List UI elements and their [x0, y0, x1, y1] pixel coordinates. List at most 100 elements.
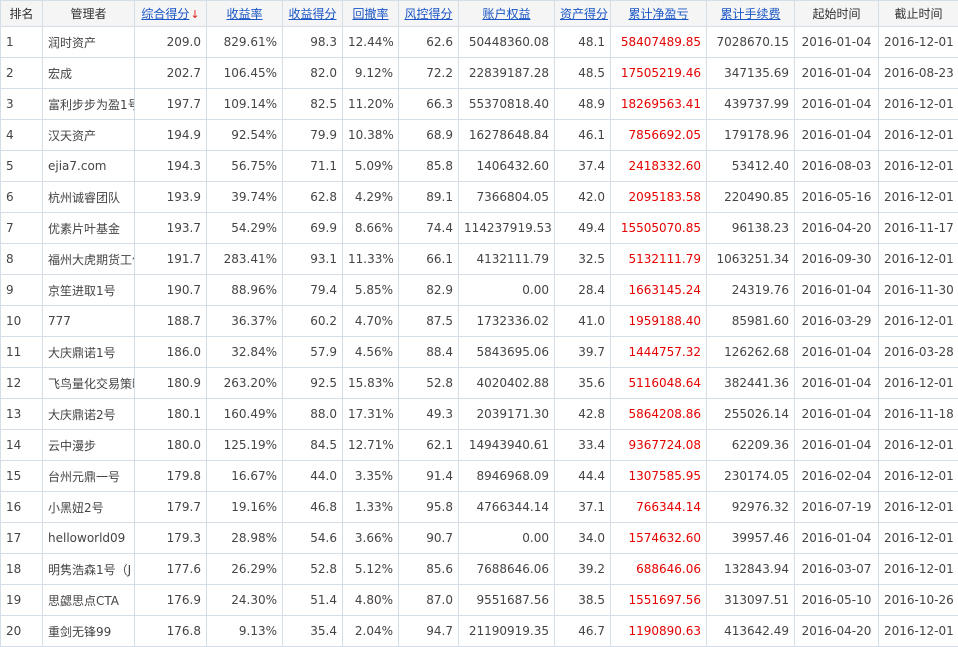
cell-start: 2016-09-30	[795, 244, 879, 275]
cell-asset_score: 39.2	[555, 554, 611, 585]
cell-manager: 飞鸟量化交易策略	[43, 368, 135, 399]
cell-score: 190.7	[135, 275, 207, 306]
cell-risk_score: 62.6	[399, 27, 459, 58]
table-row: 17helloworld09179.328.98%54.63.66%90.70.…	[1, 523, 958, 554]
cell-net_pnl: 766344.14	[611, 492, 707, 523]
sort-link-net_pnl[interactable]: 累计净盈亏	[628, 7, 688, 21]
cell-end: 2016-12-01	[879, 554, 958, 585]
table-row: 6杭州诚睿团队193.939.74%62.84.29%89.17366804.0…	[1, 182, 958, 213]
cell-rank: 13	[1, 399, 43, 430]
cell-risk_score: 87.0	[399, 585, 459, 616]
sort-link-asset_score[interactable]: 资产得分	[560, 7, 608, 21]
cell-rank: 10	[1, 306, 43, 337]
cell-score: 179.7	[135, 492, 207, 523]
column-header-drawdown[interactable]: 回撤率	[343, 1, 399, 27]
column-header-score[interactable]: 综合得分↓	[135, 1, 207, 27]
cell-asset_score: 46.7	[555, 616, 611, 647]
table-row: 12飞鸟量化交易策略180.9263.20%92.515.83%52.84020…	[1, 368, 958, 399]
cell-return_score: 82.5	[283, 89, 343, 120]
cell-manager: 杭州诚睿团队	[43, 182, 135, 213]
cell-drawdown: 9.12%	[343, 58, 399, 89]
cell-manager: 思勰思点CTA	[43, 585, 135, 616]
cell-return_score: 98.3	[283, 27, 343, 58]
column-header-asset_score[interactable]: 资产得分	[555, 1, 611, 27]
cell-rank: 7	[1, 213, 43, 244]
column-header-fees[interactable]: 累计手续费	[707, 1, 795, 27]
column-header-manager: 管理者	[43, 1, 135, 27]
table-row: 8福州大虎期货工作室191.7283.41%93.111.33%66.14132…	[1, 244, 958, 275]
sort-link-return[interactable]: 收益率	[226, 7, 262, 21]
cell-manager: 重剑无锋99	[43, 616, 135, 647]
cell-manager: 京笙进取1号	[43, 275, 135, 306]
sort-link-drawdown[interactable]: 回撤率	[352, 7, 388, 21]
column-header-return_score[interactable]: 收益得分	[283, 1, 343, 27]
column-header-net_pnl[interactable]: 累计净盈亏	[611, 1, 707, 27]
cell-risk_score: 95.8	[399, 492, 459, 523]
table-row: 4汉天资产194.992.54%79.910.38%68.916278648.8…	[1, 120, 958, 151]
cell-fees: 92976.32	[707, 492, 795, 523]
cell-net_pnl: 17505219.46	[611, 58, 707, 89]
cell-asset_score: 32.5	[555, 244, 611, 275]
cell-score: 194.3	[135, 151, 207, 182]
cell-score: 193.7	[135, 213, 207, 244]
sort-link-risk_score[interactable]: 风控得分	[404, 7, 452, 21]
cell-fees: 413642.49	[707, 616, 795, 647]
cell-fees: 255026.14	[707, 399, 795, 430]
cell-manager: 云中漫步	[43, 430, 135, 461]
cell-drawdown: 4.29%	[343, 182, 399, 213]
cell-end: 2016-12-01	[879, 461, 958, 492]
cell-fees: 220490.85	[707, 182, 795, 213]
cell-fees: 179178.96	[707, 120, 795, 151]
cell-manager: 小黑妞2号	[43, 492, 135, 523]
cell-net_pnl: 1959188.40	[611, 306, 707, 337]
cell-fees: 1063251.34	[707, 244, 795, 275]
cell-drawdown: 3.66%	[343, 523, 399, 554]
cell-drawdown: 15.83%	[343, 368, 399, 399]
cell-asset_score: 34.0	[555, 523, 611, 554]
cell-start: 2016-08-03	[795, 151, 879, 182]
table-body: 1润时资产209.0829.61%98.312.44%62.650448360.…	[1, 27, 958, 647]
cell-equity: 21190919.35	[459, 616, 555, 647]
column-header-return[interactable]: 收益率	[207, 1, 283, 27]
cell-equity: 8946968.09	[459, 461, 555, 492]
cell-end: 2016-11-18	[879, 399, 958, 430]
sort-link-return_score[interactable]: 收益得分	[288, 7, 336, 21]
cell-net_pnl: 9367724.08	[611, 430, 707, 461]
cell-rank: 6	[1, 182, 43, 213]
column-header-equity[interactable]: 账户权益	[459, 1, 555, 27]
cell-score: 197.7	[135, 89, 207, 120]
sort-link-fees[interactable]: 累计手续费	[720, 7, 780, 21]
cell-net_pnl: 1551697.56	[611, 585, 707, 616]
cell-asset_score: 35.6	[555, 368, 611, 399]
cell-risk_score: 82.9	[399, 275, 459, 306]
cell-start: 2016-01-04	[795, 523, 879, 554]
table-row: 14云中漫步180.0125.19%84.512.71%62.114943940…	[1, 430, 958, 461]
cell-end: 2016-10-26	[879, 585, 958, 616]
cell-score: 180.0	[135, 430, 207, 461]
cell-end: 2016-12-01	[879, 492, 958, 523]
sort-link-equity[interactable]: 账户权益	[482, 7, 530, 21]
cell-return_score: 57.9	[283, 337, 343, 368]
cell-drawdown: 2.04%	[343, 616, 399, 647]
cell-asset_score: 42.8	[555, 399, 611, 430]
cell-return_score: 51.4	[283, 585, 343, 616]
cell-risk_score: 66.3	[399, 89, 459, 120]
cell-fees: 96138.23	[707, 213, 795, 244]
cell-rank: 3	[1, 89, 43, 120]
table-row: 13大庆鼎诺2号180.1160.49%88.017.31%49.3203917…	[1, 399, 958, 430]
cell-manager: helloworld09	[43, 523, 135, 554]
cell-end: 2016-11-30	[879, 275, 958, 306]
cell-drawdown: 12.71%	[343, 430, 399, 461]
cell-risk_score: 68.9	[399, 120, 459, 151]
cell-asset_score: 44.4	[555, 461, 611, 492]
cell-risk_score: 62.1	[399, 430, 459, 461]
cell-risk_score: 87.5	[399, 306, 459, 337]
sort-link-score[interactable]: 综合得分	[141, 7, 189, 21]
cell-return: 36.37%	[207, 306, 283, 337]
cell-rank: 5	[1, 151, 43, 182]
cell-drawdown: 5.12%	[343, 554, 399, 585]
cell-score: 193.9	[135, 182, 207, 213]
cell-start: 2016-01-04	[795, 89, 879, 120]
column-header-risk_score[interactable]: 风控得分	[399, 1, 459, 27]
cell-net_pnl: 5864208.86	[611, 399, 707, 430]
